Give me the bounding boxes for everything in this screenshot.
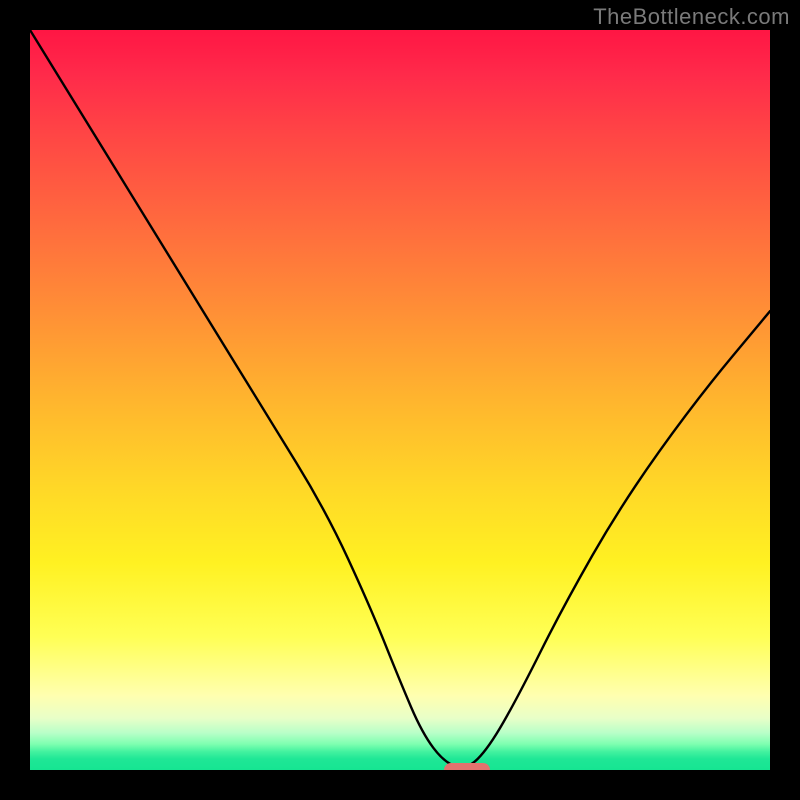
chart-frame: TheBottleneck.com [0, 0, 800, 800]
watermark-text: TheBottleneck.com [593, 4, 790, 30]
optimal-point-marker [444, 763, 490, 770]
bottleneck-curve [30, 30, 770, 770]
plot-area [30, 30, 770, 770]
